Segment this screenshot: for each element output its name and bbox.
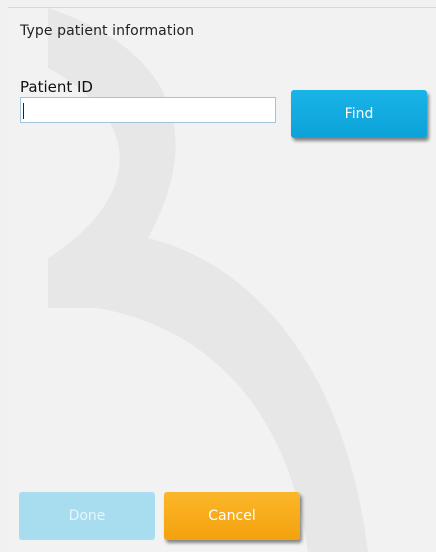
patient-id-label: Patient ID [20, 78, 93, 96]
done-button[interactable]: Done [19, 492, 155, 540]
cancel-button[interactable]: Cancel [164, 492, 300, 540]
patient-info-dialog: Type patient information Patient ID Find… [8, 7, 436, 552]
text-caret [23, 103, 24, 119]
patient-id-input[interactable] [20, 97, 276, 123]
find-button[interactable]: Find [291, 90, 427, 138]
dialog-title: Type patient information [20, 23, 195, 39]
